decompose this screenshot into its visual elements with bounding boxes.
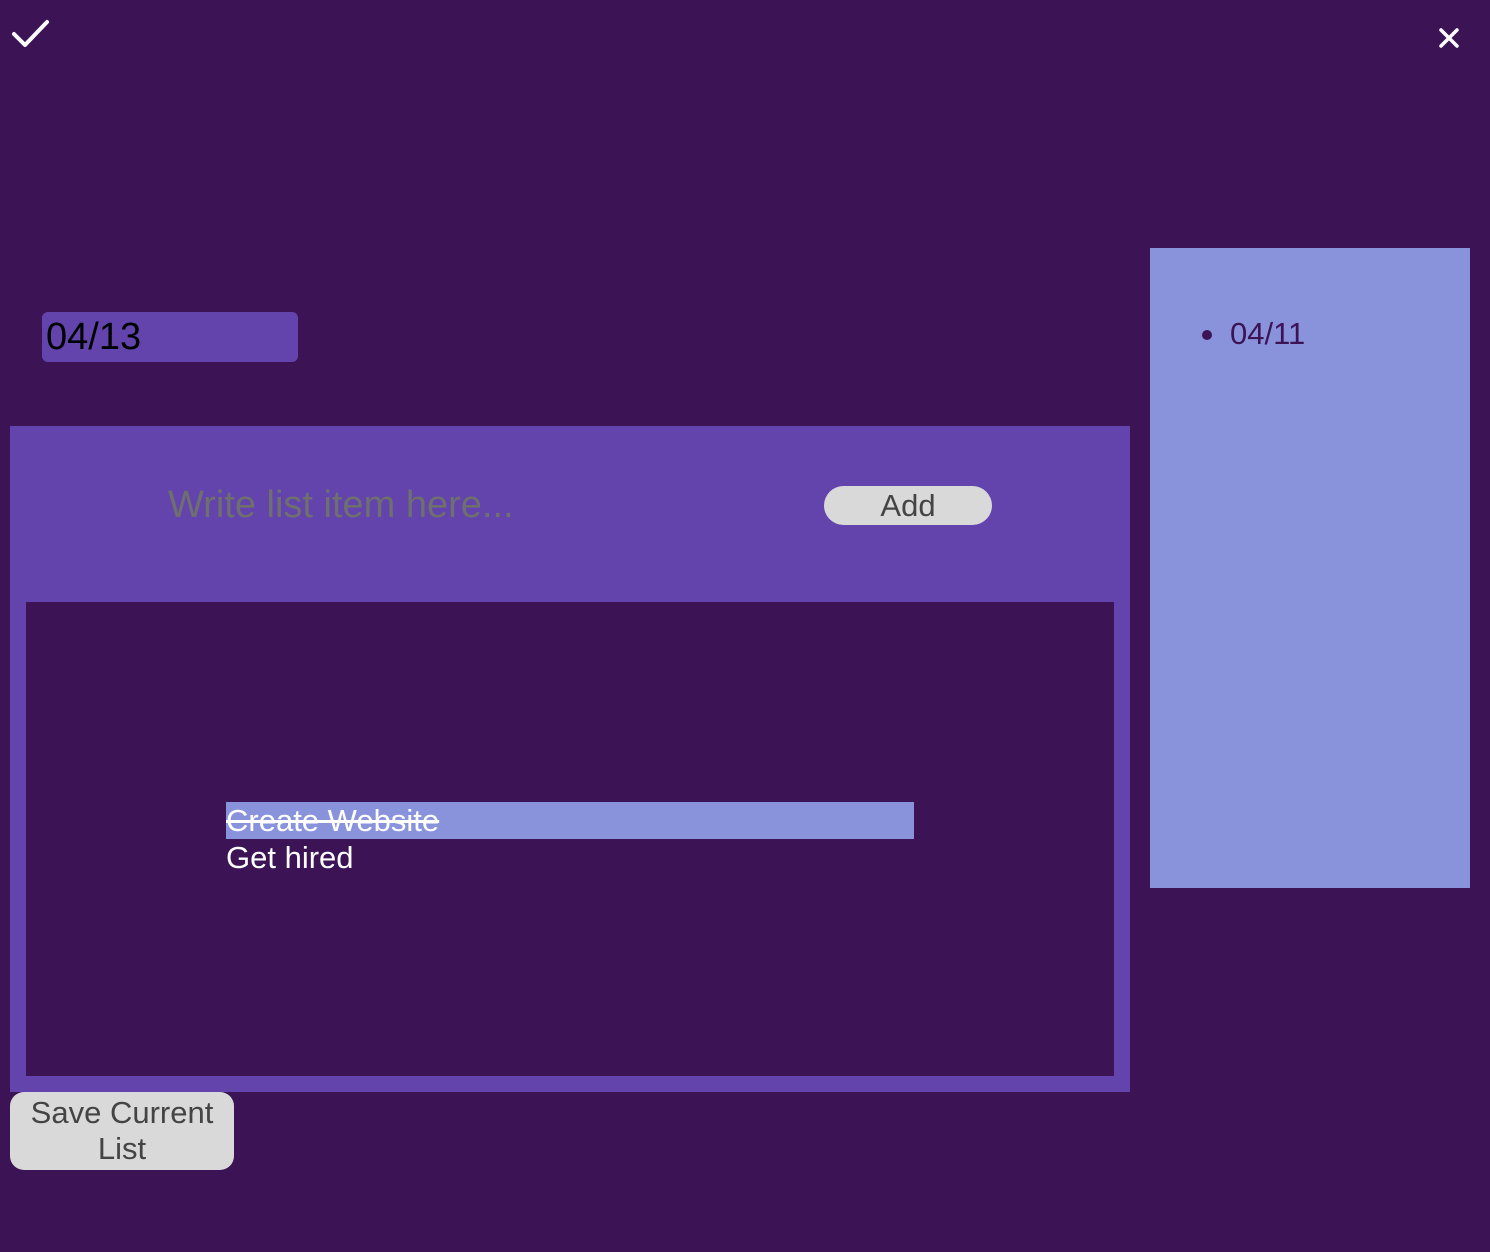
saved-lists: 04/11 bbox=[1192, 314, 1305, 354]
todo-list: Create Website Get hired bbox=[226, 802, 914, 876]
add-item-button[interactable]: Add bbox=[824, 486, 992, 525]
save-list-button[interactable]: Save Current List bbox=[10, 1092, 234, 1170]
list-editor-panel: Add Create Website Get hired bbox=[10, 426, 1130, 1092]
list-date-input[interactable] bbox=[42, 312, 298, 362]
todo-list-container: Create Website Get hired bbox=[26, 602, 1114, 1076]
saved-list-label: 04/11 bbox=[1230, 316, 1306, 351]
saved-lists-sidebar: 04/11 bbox=[1150, 248, 1470, 888]
todo-item[interactable]: Create Website bbox=[226, 802, 914, 839]
todo-item[interactable]: Get hired bbox=[226, 839, 914, 876]
bullet-icon bbox=[1202, 330, 1212, 340]
check-icon[interactable] bbox=[10, 16, 52, 52]
saved-list-item[interactable]: 04/11 bbox=[1192, 314, 1305, 354]
new-item-input[interactable] bbox=[168, 480, 648, 530]
close-icon[interactable] bbox=[1437, 26, 1461, 50]
